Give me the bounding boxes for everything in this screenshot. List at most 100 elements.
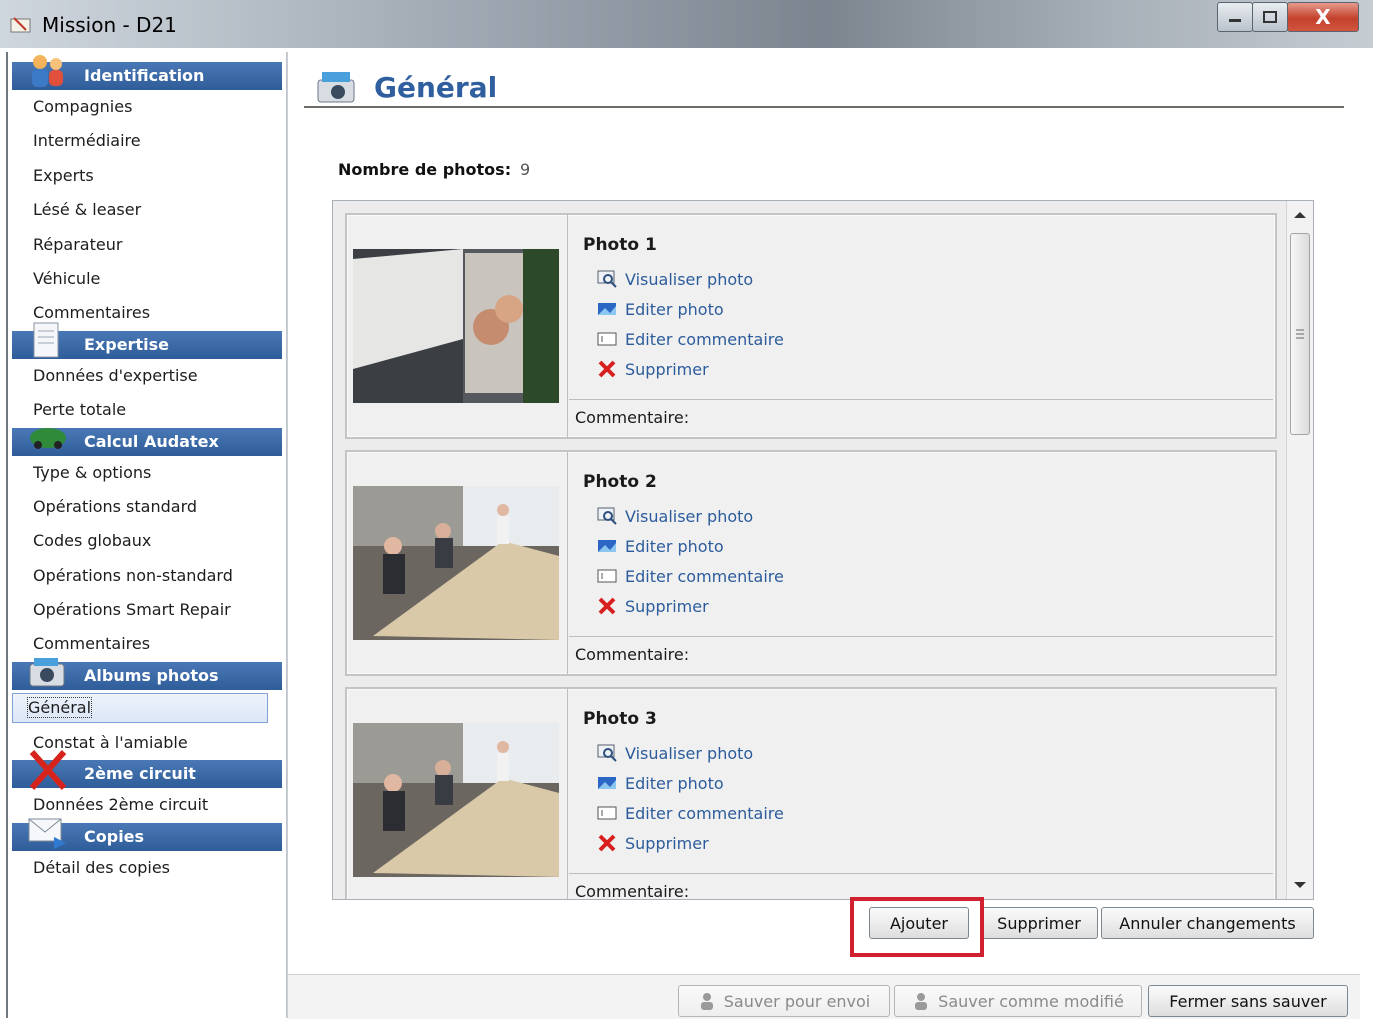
comment-label: Commentaire: (575, 645, 690, 664)
view-photo-link[interactable]: Visualiser photo (597, 267, 753, 291)
magnifier-icon (597, 507, 617, 525)
sidebar-item-operations-smart-repair[interactable]: Opérations Smart Repair (10, 593, 285, 627)
edit-photo-label: Editer photo (625, 299, 724, 319)
view-photo-label: Visualiser photo (625, 506, 754, 526)
photo-card: Photo 2 Visualiser photo Editer photo Ed… (345, 450, 1277, 676)
sidebar-item-operations-non-standard[interactable]: Opérations non-standard (10, 559, 285, 593)
magnifier-icon (597, 744, 617, 762)
minimize-icon (1229, 19, 1241, 22)
view-photo-label: Visualiser photo (625, 743, 754, 763)
save-for-send-button[interactable]: Sauver pour envoi (678, 985, 890, 1017)
user-icon (700, 993, 713, 1010)
photo-count-value: 9 (520, 160, 531, 179)
main-panel: Général Nombre de photos: 9 Photo 1 Visu… (287, 52, 1360, 1019)
photo-thumbnail[interactable] (353, 249, 559, 403)
close-without-saving-button[interactable]: Fermer sans sauver (1148, 985, 1348, 1017)
section-identification[interactable]: Identification (12, 55, 282, 90)
camera-icon (317, 72, 355, 103)
save-as-modified-button[interactable]: Sauver comme modifié (894, 985, 1142, 1017)
sidebar-item-compagnies[interactable]: Compagnies (10, 90, 285, 124)
textbox-icon (597, 804, 617, 822)
delete-photo-link[interactable]: Supprimer (597, 831, 709, 855)
document-icon (33, 322, 59, 358)
delete-photo-link[interactable]: Supprimer (597, 594, 709, 618)
image-edit-icon (597, 300, 617, 318)
edit-photo-label: Editer photo (625, 773, 724, 793)
comment-label: Commentaire: (575, 408, 690, 427)
edit-photo-link[interactable]: Editer photo (597, 534, 724, 558)
view-photo-link[interactable]: Visualiser photo (597, 504, 753, 528)
magnifier-icon (597, 270, 617, 288)
comment-row: Commentaire: (569, 399, 1273, 436)
edit-comment-link[interactable]: Editer commentaire (597, 327, 784, 351)
car-icon (30, 427, 66, 449)
sidebar-item-reparateur[interactable]: Réparateur (10, 228, 285, 262)
comment-row: Commentaire: (569, 873, 1273, 900)
section-label: Identification (84, 66, 205, 85)
scroll-up-icon[interactable] (1287, 205, 1313, 225)
edit-photo-link[interactable]: Editer photo (597, 771, 724, 795)
sidebar-item-type-options[interactable]: Type & options (10, 456, 285, 490)
camera-icon (29, 657, 65, 687)
section-calcul-audatex[interactable]: Calcul Audatex (12, 427, 282, 456)
delete-photo-link[interactable]: Supprimer (597, 357, 709, 381)
sidebar-item-lese-leaser[interactable]: Lésé & leaser (10, 193, 285, 227)
edit-comment-label: Editer commentaire (625, 803, 784, 823)
sidebar-item-vehicule[interactable]: Véhicule (10, 262, 285, 296)
sidebar-item-donnees-expertise[interactable]: Données d'expertise (10, 359, 285, 393)
view-photo-link[interactable]: Visualiser photo (597, 741, 753, 765)
thumbnail-area (347, 215, 568, 437)
comment-label: Commentaire: (575, 882, 690, 900)
sidebar-item-general[interactable]: Général (12, 692, 268, 723)
delete-button[interactable]: Supprimer (980, 907, 1098, 939)
thumbnail-area (347, 689, 568, 899)
photo-title: Photo 3 (583, 709, 657, 729)
photo-title: Photo 1 (583, 235, 657, 255)
save-as-modified-label: Sauver comme modifié (938, 991, 1124, 1011)
section-albums-photos[interactable]: Albums photos (12, 657, 282, 690)
section-copies[interactable]: Copies (12, 818, 282, 851)
photo-card: Photo 3 Visualiser photo Editer photo Ed… (345, 687, 1277, 900)
edit-photo-label: Editer photo (625, 536, 724, 556)
page-header: Général (304, 66, 1344, 108)
edit-comment-link[interactable]: Editer commentaire (597, 564, 784, 588)
delete-icon (597, 834, 617, 852)
maximize-button[interactable] (1252, 2, 1288, 32)
thumbnail-area (347, 452, 568, 674)
photo-title: Photo 2 (583, 472, 657, 492)
edit-comment-label: Editer commentaire (625, 329, 784, 349)
delete-icon (597, 360, 617, 378)
sidebar-item-codes-globaux[interactable]: Codes globaux (10, 524, 285, 558)
app-icon (10, 17, 31, 33)
scroll-down-icon[interactable] (1287, 875, 1313, 895)
photo-thumbnail[interactable] (353, 723, 559, 877)
textbox-icon (597, 567, 617, 585)
minimize-button[interactable] (1217, 2, 1253, 32)
section-label: Expertise (84, 334, 169, 354)
delete-photo-label: Supprimer (625, 833, 709, 853)
section-2eme-circuit[interactable]: 2ème circuit (12, 750, 282, 791)
sidebar-item-experts[interactable]: Experts (10, 159, 285, 193)
close-button[interactable]: X (1287, 2, 1359, 32)
highlight-box (850, 897, 984, 957)
delete-photo-label: Supprimer (625, 596, 709, 616)
sidebar-item-intermediaire[interactable]: Intermédiaire (10, 124, 285, 158)
close-icon: X (1315, 5, 1331, 29)
edit-photo-link[interactable]: Editer photo (597, 297, 724, 321)
delete-icon (597, 597, 617, 615)
edit-comment-link[interactable]: Editer commentaire (597, 801, 784, 825)
page-title: Général (374, 71, 498, 104)
window-title: Mission - D21 (42, 13, 177, 37)
save-for-send-label: Sauver pour envoi (723, 991, 871, 1011)
cancel-changes-button[interactable]: Annuler changements (1101, 907, 1314, 939)
vertical-scrollbar[interactable] (1286, 201, 1313, 899)
section-label: 2ème circuit (84, 764, 196, 784)
footer-bar: Sauver pour envoi Sauver comme modifié F… (288, 974, 1360, 1019)
photo-thumbnail[interactable] (353, 486, 559, 640)
maximize-icon (1263, 11, 1277, 23)
sidebar-item-operations-standard[interactable]: Opérations standard (10, 490, 285, 524)
sidebar-item-detail-copies[interactable]: Détail des copies (10, 851, 285, 885)
scrollbar-thumb[interactable] (1290, 233, 1310, 435)
section-expertise[interactable]: Expertise (12, 322, 282, 359)
photo-list[interactable]: Photo 1 Visualiser photo Editer photo Ed… (332, 200, 1314, 900)
